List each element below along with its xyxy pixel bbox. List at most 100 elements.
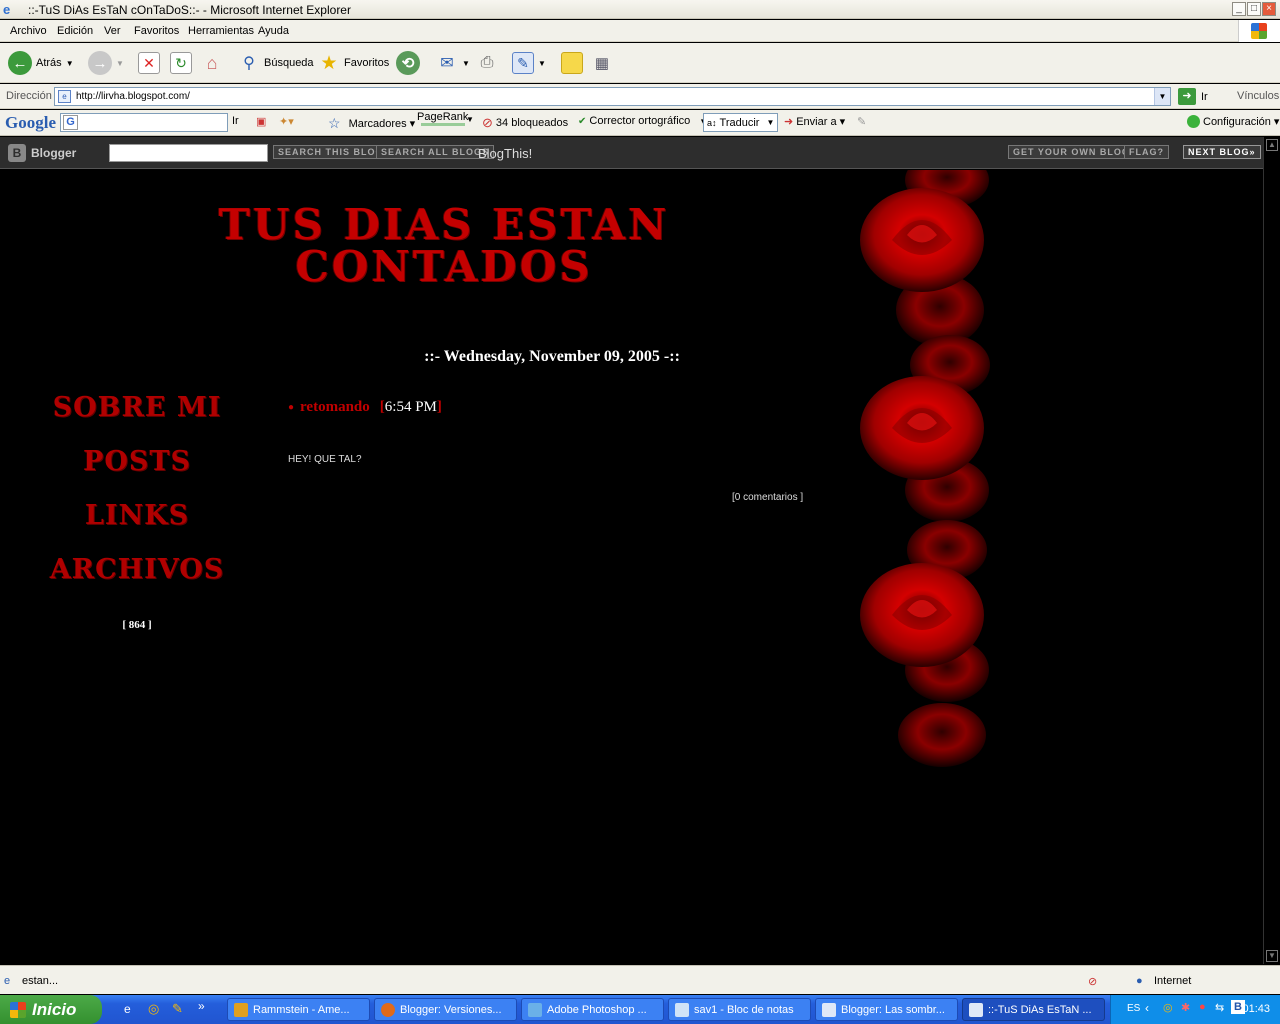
send-icon: ➜ <box>784 116 794 128</box>
task-rammstein[interactable]: Rammstein - Ame... <box>227 998 370 1021</box>
links-label[interactable]: Vínculos <box>1237 90 1279 102</box>
settings-button[interactable]: Configuración ▾ <box>1187 115 1279 128</box>
nav-posts[interactable]: POSTS <box>42 446 232 477</box>
menu-edicion[interactable]: Edición <box>57 25 93 37</box>
task-blogger-versiones[interactable]: Blogger: Versiones... <box>374 998 517 1021</box>
menu-herramientas[interactable]: Herramientas <box>188 25 254 37</box>
google-toolbar: Google G Ir ▣ ✦▾ ☆ Marcadores ▾ PageRank ▼… <box>0 110 1280 136</box>
refresh-button[interactable]: ↻ <box>170 51 192 75</box>
post-body: HEY! QUE TAL? <box>288 454 362 465</box>
task-photoshop[interactable]: Adobe Photoshop ... <box>521 998 664 1021</box>
menu-bar: Archivo Edición Ver Favoritos Herramient… <box>0 20 1280 42</box>
research-button[interactable]: ▦ <box>591 51 613 75</box>
popup-blocker-button[interactable]: ⊘ 34 bloqueados <box>482 115 568 131</box>
minimize-button[interactable]: _ <box>1232 2 1246 16</box>
forward-button[interactable]: → ▼ <box>88 51 124 75</box>
blog-search-input[interactable] <box>109 144 268 162</box>
ie-icon: e <box>3 2 11 17</box>
comments-link[interactable]: [0 comentarios ] <box>732 492 803 503</box>
highlighter-icon[interactable]: ✎ <box>857 115 866 128</box>
google-go-button[interactable]: Ir <box>232 115 239 127</box>
tray-antivirus-icon[interactable]: ✱ <box>1181 1001 1190 1014</box>
tray-media-icon[interactable]: ● <box>1199 1001 1206 1013</box>
tray-network-icon[interactable]: ⇆ <box>1215 1001 1224 1014</box>
windows-flag-icon <box>10 1001 26 1018</box>
news-icon[interactable]: ▣ <box>256 115 266 128</box>
task-notepad[interactable]: sav1 - Bloc de notas <box>668 998 811 1021</box>
edit-quicklaunch-icon[interactable]: ✎ <box>172 1001 183 1017</box>
tray-app-icon[interactable]: ◎ <box>1163 1001 1173 1014</box>
address-input[interactable]: e http://lirvha.blogspot.com/ ▼ <box>54 87 1171 106</box>
print-icon: ⎙ <box>480 54 494 71</box>
menu-archivo[interactable]: Archivo <box>10 25 47 37</box>
menu-favoritos[interactable]: Favoritos <box>134 25 179 37</box>
pagerank-dropdown[interactable]: ▼ <box>466 115 474 124</box>
print-button[interactable]: ⎙ <box>476 51 498 75</box>
page-scrollbar[interactable]: ▲ ▼ <box>1263 137 1280 964</box>
back-button[interactable]: ← Atrás ▼ <box>8 51 74 75</box>
app-quicklaunch-icon[interactable]: ◎ <box>148 1001 159 1017</box>
flag-button[interactable]: FLAG? <box>1124 145 1169 159</box>
home-button[interactable]: ⌂ <box>201 51 223 75</box>
visit-counter: [ 864 ] <box>122 619 152 631</box>
search-button[interactable]: ⚲ Búsqueda <box>238 51 313 75</box>
stop-button[interactable]: ✕ <box>138 51 160 75</box>
history-button[interactable]: ⟲ <box>396 51 420 75</box>
address-url: http://lirvha.blogspot.com/ <box>76 91 190 102</box>
popup-blocked-status-icon[interactable]: ⊘ <box>1088 975 1097 988</box>
home-icon: ⌂ <box>206 52 218 73</box>
get-own-blog-button[interactable]: GET YOUR OWN BLOG <box>1008 145 1135 159</box>
task-ie-active[interactable]: ::-TuS DiAs EsTaN ... <box>962 998 1105 1021</box>
rose-cluster <box>860 170 990 767</box>
notes-button[interactable] <box>561 51 583 75</box>
window-title: ::-TuS DiAs EsTaN cOnTaDoS::- - Microsof… <box>28 3 351 17</box>
nav-archivos[interactable]: ARCHIVOS <box>42 554 232 585</box>
popup-blocked-icon: ⊘ <box>482 115 493 130</box>
blog-title[interactable]: TUS DIAS ESTAN CONTADOS <box>214 204 674 288</box>
search-all-blogs-button[interactable]: SEARCH ALL BLOGS <box>376 145 495 159</box>
translate-button[interactable]: a↕ Traducir ▼ <box>703 113 779 132</box>
search-this-blog-button[interactable]: SEARCH THIS BLOG <box>273 145 389 159</box>
taskbar: Inicio e ◎ ✎ » Rammstein - Ame... Blogge… <box>0 995 1280 1024</box>
start-button[interactable]: Inicio <box>0 995 102 1024</box>
standard-toolbar: ← Atrás ▼ → ▼ ✕ ↻ ⌂ ⚲ Búsqueda ★ Favoritos… <box>0 43 1280 83</box>
task-blogger-sombras[interactable]: Blogger: Las sombr... <box>815 998 958 1021</box>
system-tray: ES ‹ ◎ ✱ ● ⇆ B 01:43 <box>1110 995 1280 1024</box>
status-bar: e estan... ⊘ ● Internet <box>0 965 1280 994</box>
puzzle-icon[interactable]: ✦▾ <box>279 115 294 128</box>
history-icon: ⟲ <box>396 51 420 75</box>
nav-sobre-mi[interactable]: SOBRE MI <box>42 392 232 423</box>
google-logo[interactable]: Google <box>5 113 56 133</box>
blogthis-link[interactable]: BlogThis! <box>478 146 532 161</box>
scroll-up-arrow[interactable]: ▲ <box>1266 139 1278 151</box>
ie-quicklaunch-icon[interactable]: e <box>124 1002 131 1016</box>
menu-ver[interactable]: Ver <box>104 25 121 37</box>
date-header: ::- Wednesday, November 09, 2005 -:: <box>424 348 680 365</box>
blog-content: TUS DIAS ESTAN CONTADOS ::- Wednesday, N… <box>2 170 1262 964</box>
address-dropdown[interactable]: ▼ <box>1154 88 1170 105</box>
menu-ayuda[interactable]: Ayuda <box>258 25 289 37</box>
spellcheck-button[interactable]: ✔Corrector ortográfico▼ <box>578 115 707 127</box>
stop-icon: ✕ <box>138 52 160 74</box>
language-indicator[interactable]: ES <box>1127 1003 1140 1014</box>
post-time[interactable]: 6:54 PM <box>385 399 437 415</box>
next-blog-button[interactable]: NEXT BLOG» <box>1183 145 1261 159</box>
mail-button[interactable]: ✉ ▼ <box>436 51 470 75</box>
bookmarks-button[interactable]: ☆ Marcadores ▾ <box>328 115 415 132</box>
maximize-button[interactable]: □ <box>1247 2 1261 16</box>
status-green-icon <box>1187 115 1200 128</box>
favorites-button[interactable]: ★ Favoritos <box>318 51 389 75</box>
quicklaunch-expand[interactable]: » <box>198 999 205 1013</box>
pagerank-indicator[interactable]: PageRank <box>417 111 468 126</box>
close-button[interactable]: × <box>1262 2 1276 16</box>
post-title[interactable]: retomando <box>300 399 370 416</box>
tray-chevron-icon[interactable]: ‹ <box>1145 1001 1149 1015</box>
scroll-down-arrow[interactable]: ▼ <box>1266 950 1278 962</box>
send-to-button[interactable]: ➜ Enviar a ▾ <box>784 115 845 129</box>
clock: 01:43 <box>1242 1003 1270 1015</box>
blogger-logo[interactable]: B Blogger <box>8 142 90 164</box>
google-search-input[interactable]: G <box>60 113 228 132</box>
edit-button[interactable]: ✎ ▼ <box>512 51 546 75</box>
go-button[interactable]: ➜ Ir <box>1178 88 1208 105</box>
nav-links[interactable]: LINKS <box>42 500 232 531</box>
